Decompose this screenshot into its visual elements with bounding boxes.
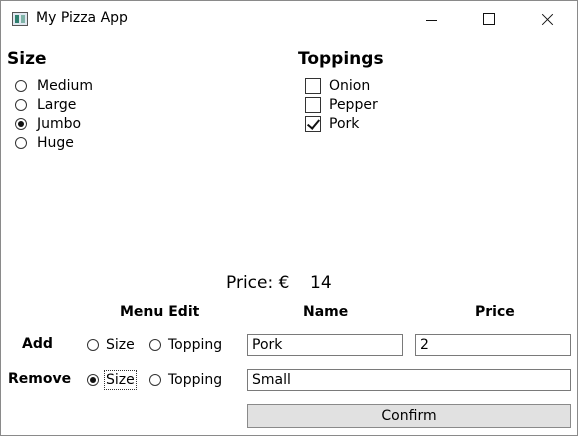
remove-topping-option[interactable]: Topping: [149, 371, 222, 389]
size-option-medium[interactable]: Medium: [15, 77, 93, 95]
radio-button[interactable]: [149, 374, 161, 386]
size-option-label: Medium: [37, 78, 93, 94]
add-row-label: Add: [22, 336, 53, 352]
maximize-icon: [483, 13, 495, 25]
radio-button-selected[interactable]: [87, 374, 99, 386]
add-size-label: Size: [106, 337, 135, 353]
radio-button[interactable]: [15, 137, 27, 149]
size-heading: Size: [7, 49, 47, 69]
topping-option-pork[interactable]: Pork: [305, 115, 359, 133]
radio-button[interactable]: [15, 80, 27, 92]
size-option-huge[interactable]: Huge: [15, 134, 74, 152]
minimize-icon: [425, 19, 437, 21]
window-app-icon: [12, 12, 28, 26]
price-value: 14: [310, 273, 332, 293]
radio-button[interactable]: [87, 339, 99, 351]
window-title: My Pizza App: [36, 10, 128, 26]
maximize-button[interactable]: [460, 1, 518, 37]
close-button[interactable]: [518, 1, 576, 37]
topping-option-label: Onion: [329, 78, 371, 94]
topping-option-label: Pork: [329, 116, 360, 132]
radio-button[interactable]: [15, 99, 27, 111]
size-option-label: Huge: [37, 135, 74, 151]
size-option-label: Jumbo: [37, 116, 82, 132]
checkbox[interactable]: [305, 78, 321, 94]
size-option-label: Large: [37, 97, 77, 113]
remove-topping-label: Topping: [168, 372, 223, 388]
close-icon: [541, 13, 554, 26]
checkbox-checked[interactable]: [305, 116, 321, 132]
menu-edit-header: Menu Edit: [120, 304, 200, 320]
size-option-jumbo[interactable]: Jumbo: [15, 115, 81, 133]
add-topping-option[interactable]: Topping: [149, 336, 222, 354]
radio-button-selected[interactable]: [15, 118, 27, 130]
add-size-option[interactable]: Size: [87, 336, 135, 354]
add-topping-label: Topping: [168, 337, 223, 353]
toppings-heading: Toppings: [298, 49, 384, 69]
title-bar[interactable]: My Pizza App: [1, 1, 577, 37]
topping-option-label: Pepper: [329, 97, 378, 113]
remove-size-label: Size: [104, 370, 137, 390]
size-option-large[interactable]: Large: [15, 96, 76, 114]
add-price-input[interactable]: 2: [415, 334, 571, 356]
radio-button[interactable]: [149, 339, 161, 351]
confirm-button[interactable]: Confirm: [247, 404, 571, 428]
remove-row-label: Remove: [8, 371, 72, 387]
minimize-button[interactable]: [402, 1, 460, 37]
price-column-header: Price: [475, 304, 515, 320]
remove-name-input[interactable]: Small: [247, 369, 571, 391]
topping-option-onion[interactable]: Onion: [305, 77, 370, 95]
add-name-input[interactable]: Pork: [247, 334, 403, 356]
checkbox[interactable]: [305, 97, 321, 113]
remove-size-option[interactable]: Size: [87, 370, 137, 390]
price-label: Price: €: [226, 273, 290, 293]
topping-option-pepper[interactable]: Pepper: [305, 96, 378, 114]
name-column-header: Name: [303, 304, 349, 320]
